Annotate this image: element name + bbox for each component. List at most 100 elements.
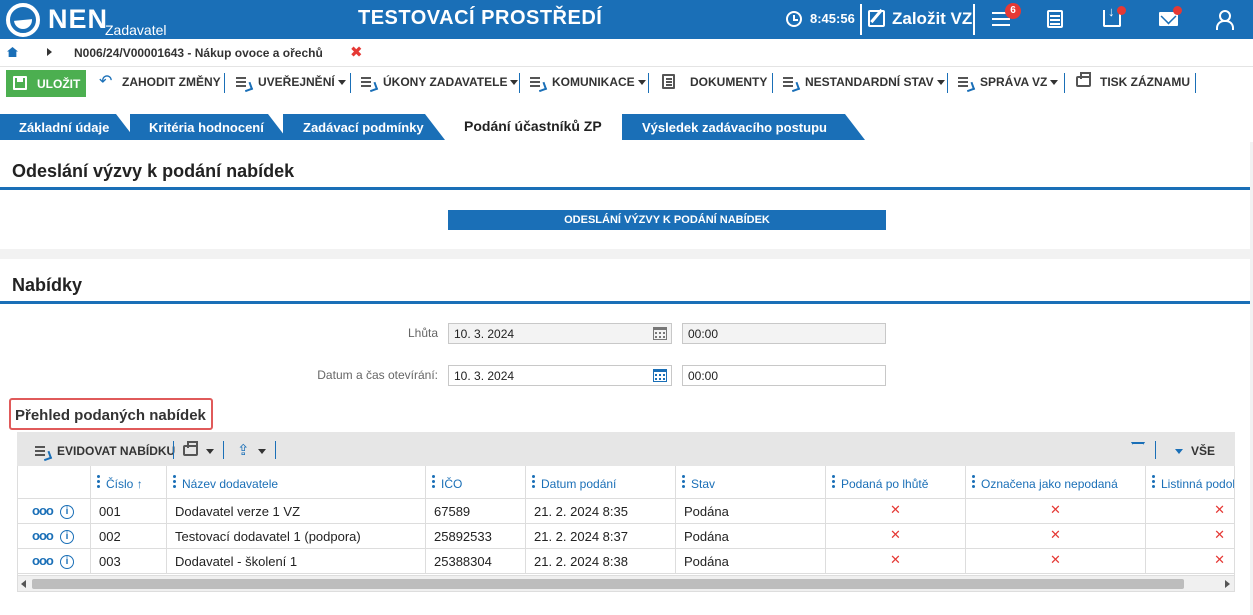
create-vz-button[interactable]: Založit VZ <box>892 9 972 29</box>
grid-toolbar-divider <box>1155 441 1156 459</box>
chevron-down-icon <box>337 80 346 86</box>
management-icon <box>958 76 972 88</box>
tab-submissions[interactable]: Podání účastníků ZP <box>446 112 626 142</box>
calendar-icon[interactable] <box>653 369 667 382</box>
deadline-label: Lhůta <box>407 326 438 340</box>
toolbar-divider <box>947 73 948 93</box>
info-icon[interactable]: i <box>60 555 74 569</box>
clock-icon <box>786 11 802 27</box>
tab-basic-info[interactable]: Základní údaje <box>0 114 136 140</box>
info-icon[interactable]: i <box>60 505 74 519</box>
undo-icon <box>98 71 112 91</box>
more-icon[interactable]: ooo <box>32 503 54 518</box>
table-cell: 25388304 <box>426 549 526 574</box>
calculator-icon[interactable] <box>1047 10 1063 28</box>
mail-alert-dot <box>1173 6 1182 15</box>
column-header-cislo[interactable]: Číslo ↑ <box>91 466 167 499</box>
calendar-icon <box>653 327 667 340</box>
false-icon: ✕ <box>966 549 1146 574</box>
scroll-thumb[interactable] <box>32 579 1184 589</box>
header-divider <box>860 4 862 35</box>
chevron-down-icon <box>936 80 945 86</box>
session-time: 8:45:56 <box>810 11 855 26</box>
column-header-paper[interactable]: Listinná podoba <box>1146 466 1234 499</box>
toolbar-divider <box>519 73 520 93</box>
column-header-datum[interactable]: Datum podání <box>526 466 676 499</box>
register-icon <box>35 445 49 457</box>
publish-menu[interactable]: UVEŘEJNĚNÍ <box>258 75 346 89</box>
tab-criteria[interactable]: Kritéria hodnocení <box>130 114 288 140</box>
invitation-panel: Odeslání výzvy k podání nabídek <box>0 142 1250 249</box>
toolbar-divider <box>350 73 351 93</box>
brand-name: NEN <box>48 4 109 34</box>
chevron-right-icon <box>47 48 52 56</box>
invitation-title: Odeslání výzvy k podání nabídek <box>12 161 295 181</box>
grid-print-icon[interactable] <box>183 441 198 456</box>
actions-icon <box>361 76 375 88</box>
nen-logo-icon[interactable] <box>6 3 40 37</box>
grid-toolbar-divider <box>173 441 174 459</box>
table-cell: 002 <box>91 524 167 549</box>
actions-menu[interactable]: ÚKONY ZADAVATELE <box>383 75 519 89</box>
close-icon[interactable]: ✖ <box>350 43 363 61</box>
save-button[interactable]: ULOŽIT <box>6 70 86 97</box>
table-cell: 003 <box>91 549 167 574</box>
chevron-down-icon[interactable] <box>1175 449 1183 454</box>
inbox-alert-dot <box>1117 6 1126 15</box>
opening-label: Datum a čas otevírání: <box>317 368 438 382</box>
toolbar-divider <box>1195 73 1196 93</box>
nonstandard-icon <box>783 76 797 88</box>
documents-button[interactable]: DOKUMENTY <box>690 75 767 89</box>
scroll-right-icon[interactable] <box>1225 580 1230 588</box>
communication-menu[interactable]: KOMUNIKACE <box>552 75 646 89</box>
nonstandard-state-menu[interactable]: NESTANDARDNÍ STAV <box>805 75 945 89</box>
breadcrumb-current[interactable]: N006/24/V00001643 - Nákup ovoce a ořechů <box>74 46 323 60</box>
view-all-button[interactable]: VŠE <box>1191 444 1215 458</box>
chevron-down-icon[interactable] <box>258 449 266 454</box>
chevron-down-icon <box>510 80 519 86</box>
management-menu[interactable]: SPRÁVA VZ <box>980 75 1059 89</box>
toolbar-divider <box>772 73 773 93</box>
user-icon[interactable] <box>1216 10 1234 30</box>
column-header-stav[interactable]: Stav <box>676 466 826 499</box>
breadcrumb: N006/24/V00001643 - Nákup ovoce a ořechů… <box>0 39 1253 66</box>
top-bar: NEN Zadavatel TESTOVACÍ PROSTŘEDÍ 8:45:5… <box>0 0 1253 39</box>
sort-asc-icon: ↑ <box>136 477 143 491</box>
column-header-ico[interactable]: IČO <box>426 466 526 499</box>
info-icon[interactable]: i <box>60 530 74 544</box>
communication-icon <box>530 76 544 88</box>
table-cell: 001 <box>91 499 167 524</box>
horizontal-scrollbar[interactable] <box>17 575 1235 592</box>
overview-title: Přehled podaných nabídek <box>15 407 206 424</box>
column-header-nazev[interactable]: Název dodavatele <box>167 466 426 499</box>
tab-result[interactable]: Výsledek zadávacího postupu <box>622 114 865 140</box>
notification-badge: 6 <box>1005 3 1021 19</box>
column-header-actions <box>18 466 91 499</box>
opening-date-field[interactable]: 10. 3. 2024 <box>448 365 672 386</box>
opening-time-field[interactable]: 00:00 <box>682 365 886 386</box>
toolbar-divider <box>648 73 649 93</box>
column-header-late[interactable]: Podaná po lhůtě <box>826 466 966 499</box>
export-icon[interactable]: ⇪ <box>237 441 250 459</box>
more-icon[interactable]: ooo <box>32 528 54 543</box>
discard-changes-button[interactable]: ZAHODIT ZMĚNY <box>122 75 221 89</box>
home-icon[interactable] <box>7 47 18 57</box>
scroll-left-icon[interactable] <box>21 580 26 588</box>
false-icon: ✕ <box>826 524 966 549</box>
more-icon[interactable]: ooo <box>32 553 54 568</box>
print-record-button[interactable]: TISK ZÁZNAMU <box>1100 75 1190 89</box>
table-cell: Podána <box>676 549 826 574</box>
column-header-unsubmitted[interactable]: Označena jako nepodaná <box>966 466 1146 499</box>
table-row-actions <box>18 499 91 524</box>
tab-conditions[interactable]: Zadávací podmínky <box>283 114 445 140</box>
grid-toolbar-divider <box>275 441 276 459</box>
register-offer-button[interactable]: EVIDOVAT NABÍDKU <box>57 444 175 458</box>
false-icon: ✕ <box>1146 499 1234 524</box>
false-icon: ✕ <box>966 499 1146 524</box>
table-cell: 25892533 <box>426 524 526 549</box>
chevron-down-icon <box>637 80 646 86</box>
edit-icon[interactable] <box>868 10 885 27</box>
table-cell: 21. 2. 2024 8:35 <box>526 499 676 524</box>
send-invitation-button[interactable]: ODESLÁNÍ VÝZVY K PODÁNÍ NABÍDEK <box>448 210 886 230</box>
chevron-down-icon[interactable] <box>206 449 214 454</box>
